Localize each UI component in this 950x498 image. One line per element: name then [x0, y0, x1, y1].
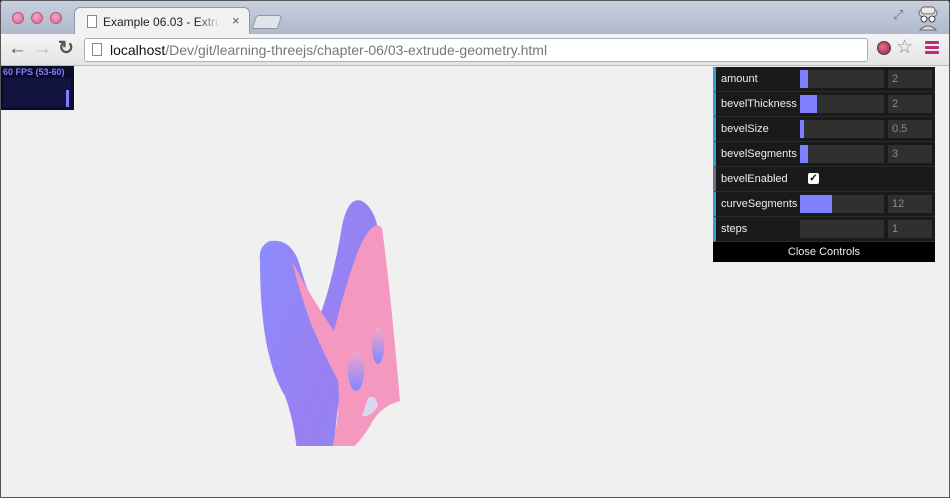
url-text: localhost/Dev/git/learning-threejs/chapt…: [110, 42, 548, 58]
gui-slider-fill: [800, 70, 808, 88]
tab-close-icon[interactable]: ×: [232, 13, 240, 28]
reload-button[interactable]: ↻: [58, 39, 74, 59]
gui-slider-fill: [800, 145, 808, 163]
gui-label: bevelSegments: [721, 148, 797, 160]
gui-slider-fill: [800, 120, 804, 138]
fps-bar: [66, 90, 69, 107]
gui-number-input[interactable]: 3: [888, 145, 932, 163]
close-controls-button[interactable]: Close Controls: [713, 242, 935, 262]
fps-graph: [3, 78, 71, 107]
gui-label: curveSegments: [721, 198, 798, 210]
gui-number-input[interactable]: 2: [888, 95, 932, 113]
extruded-shape: [259, 200, 400, 446]
gui-number-input[interactable]: 1: [888, 220, 932, 238]
fps-stats-panel[interactable]: 60 FPS (53-60): [0, 66, 74, 110]
extension-icon[interactable]: [877, 41, 891, 55]
bevel-enabled-checkbox[interactable]: ✓: [808, 173, 819, 184]
gui-slider[interactable]: [800, 70, 884, 88]
gui-row-amount: amount 2: [713, 67, 935, 92]
gui-slider[interactable]: [800, 95, 884, 113]
page-icon: [87, 15, 97, 28]
gui-slider[interactable]: [800, 120, 884, 138]
gui-number-input[interactable]: 12: [888, 195, 932, 213]
gui-slider-fill: [800, 195, 832, 213]
incognito-icon[interactable]: [915, 3, 941, 31]
gui-slider[interactable]: [800, 145, 884, 163]
gui-row-curvesegments: curveSegments 12: [713, 192, 935, 217]
gui-row-bevelthickness: bevelThickness 2: [713, 92, 935, 117]
tab-title: Example 06.03 - Extrude Geometry: [103, 15, 221, 29]
gui-row-steps: steps 1: [713, 217, 935, 242]
gui-label: steps: [721, 223, 748, 235]
menu-icon[interactable]: [925, 41, 939, 55]
webgl-viewport[interactable]: 60 FPS (53-60) amount 2 bevelThickness 2…: [0, 66, 950, 498]
tab-bar: Example 06.03 - Extrude Geometry × ⤢: [0, 0, 950, 35]
page-icon: [92, 43, 102, 56]
gui-number-input[interactable]: 2: [888, 70, 932, 88]
gui-slider[interactable]: [800, 220, 884, 238]
browser-tab[interactable]: Example 06.03 - Extrude Geometry ×: [74, 7, 250, 35]
zoom-window-button[interactable]: [50, 12, 62, 24]
gui-label: bevelSize: [721, 123, 769, 135]
bookmark-star-icon[interactable]: ☆: [896, 36, 913, 59]
gui-slider[interactable]: [800, 195, 884, 213]
minimize-window-button[interactable]: [31, 12, 43, 24]
gui-label: bevelEnabled: [721, 173, 788, 185]
dat-gui-panel: amount 2 bevelThickness 2 bevelSize 0.5 bevelS…: [713, 67, 935, 262]
forward-button[interactable]: →: [33, 39, 52, 59]
gui-row-bevelenabled: bevelEnabled ✓: [713, 167, 935, 192]
back-button[interactable]: ←: [8, 39, 27, 59]
new-tab-button[interactable]: [251, 15, 283, 29]
address-bar[interactable]: localhost/Dev/git/learning-threejs/chapt…: [84, 38, 868, 62]
browser-window: Example 06.03 - Extrude Geometry × ⤢ ← →…: [0, 0, 950, 498]
gui-number-input[interactable]: 0.5: [888, 120, 932, 138]
close-window-button[interactable]: [12, 12, 24, 24]
fps-text: 60 FPS (53-60): [3, 67, 65, 77]
gui-label: bevelThickness: [721, 98, 797, 110]
browser-toolbar: ← → ↻ localhost/Dev/git/learning-threejs…: [0, 34, 950, 66]
gui-row-bevelsize: bevelSize 0.5: [713, 117, 935, 142]
gui-row-bevelsegments: bevelSegments 3: [713, 142, 935, 167]
gui-slider-fill: [800, 95, 817, 113]
gui-label: amount: [721, 73, 758, 85]
fullscreen-icon[interactable]: ⤢: [893, 7, 903, 23]
